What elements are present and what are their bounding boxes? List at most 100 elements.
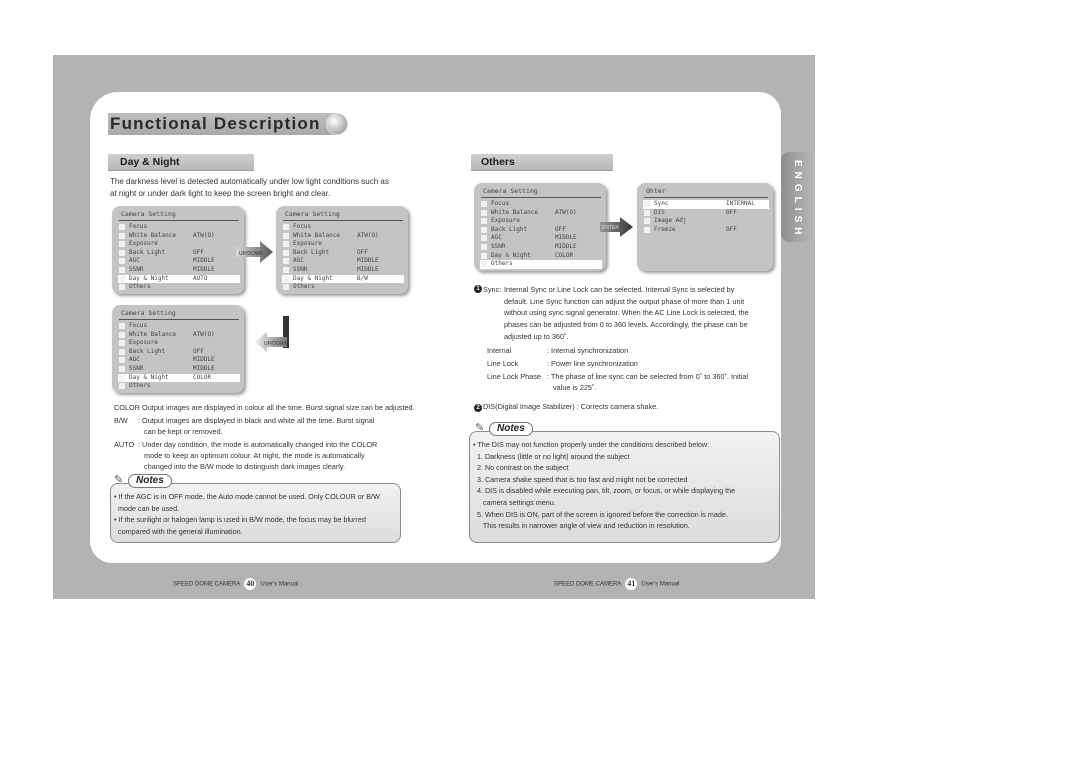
menu-row-label: SSNR	[129, 365, 144, 372]
menu-row-label: Focus	[491, 200, 510, 207]
menu-checkbox	[283, 241, 289, 248]
camera-menu-screen: Camera Setting Focus White Balance ATW(O) Ex…	[112, 206, 244, 294]
menu-checkbox	[119, 348, 125, 355]
menu-title: Ohter	[646, 187, 666, 195]
menu-row-label: Exposure	[293, 240, 322, 248]
arrow-label: ENTER	[602, 225, 619, 231]
sync-option-text: : Internal synchronization	[547, 346, 629, 355]
footer-manual: User's Manual	[260, 581, 299, 588]
notes-label: Notes	[489, 422, 533, 436]
menu-checkbox	[644, 218, 650, 225]
page-number: 40	[244, 578, 257, 590]
menu-row-value: ATW(O)	[193, 231, 215, 239]
menu-checkbox	[481, 218, 487, 225]
mode-definition: AUTO: Under day condition, the mode is a…	[114, 439, 404, 472]
menu-row-label: Exposure	[129, 339, 158, 347]
menu-title: Camera Setting	[483, 187, 538, 195]
menu-row: White Balance ATW(O)	[282, 232, 404, 241]
menu-divider	[644, 197, 768, 198]
menu-checkbox	[119, 224, 125, 230]
definition-text: mode to keep an optimum colour. At night…	[144, 451, 365, 460]
menu-checkbox	[481, 235, 487, 242]
sync-key: Sync:	[483, 285, 502, 294]
menu-checkbox	[644, 226, 650, 233]
menu-row: Focus	[282, 223, 404, 232]
up-down-return-arrow: UP/DOWN	[255, 316, 295, 356]
enter-arrow: ENTER	[600, 217, 634, 237]
menu-row-label: Day & Night	[129, 274, 169, 282]
definition-key: COLOR	[114, 403, 140, 412]
footer-left: SPEED DOME CAMERA 40 User's Manual	[173, 578, 299, 590]
camera-menu-screen: Camera Setting Focus White Balance ATW(O) Ex…	[112, 305, 244, 393]
menu-checkbox	[283, 258, 289, 265]
menu-checkbox	[283, 249, 289, 256]
menu-row-label: SSNR	[293, 266, 308, 273]
menu-title: Camera Setting	[121, 210, 176, 218]
menu-row: AGC MIDDLE	[282, 257, 404, 266]
menu-checkbox	[119, 366, 125, 372]
up-down-arrow: UP/DOWN	[236, 241, 274, 263]
menu-row: White Balance ATW(O)	[118, 331, 240, 340]
menu-checkbox	[481, 252, 487, 259]
note-line: This results in narrower angle of view a…	[473, 521, 690, 531]
menu-row-value: OFF	[357, 248, 368, 256]
menu-row-label: White Balance	[129, 330, 176, 338]
menu-row-label: AGC	[129, 257, 140, 265]
menu-checkbox	[119, 249, 125, 256]
menu-row: AGC MIDDLE	[480, 234, 602, 243]
menu-row: Day & Night B/W	[282, 274, 404, 284]
menu-row-label: SSNR	[129, 266, 144, 273]
day-night-intro: The darkness level is detected automatic…	[110, 176, 389, 200]
mode-definition: B/W : Output images are displayed in blac…	[114, 415, 404, 437]
note-line: 3. Camera shake speed that is too fast a…	[473, 474, 688, 484]
menu-row-label: AGC	[491, 234, 502, 242]
menu-row: AGC MIDDLE	[118, 257, 240, 266]
menu-checkbox	[119, 241, 125, 248]
menu-checkbox	[283, 284, 289, 291]
sync-text: phases can be adjusted from 0 to 360 lev…	[504, 320, 748, 330]
menu-row-label: DIS	[654, 208, 665, 216]
sync-text: without using sync signal generator. Whe…	[504, 308, 749, 318]
menu-row: Back Light OFF	[118, 249, 240, 258]
definition-text: : Output images are displayed in black a…	[138, 416, 375, 425]
note-line: camera settings menu.	[473, 498, 556, 507]
menu-row: Focus	[480, 200, 602, 209]
menu-row: Day & Night COLOR	[480, 252, 602, 261]
menu-row-value: MIDDLE	[555, 243, 577, 250]
menu-row-label: Exposure	[491, 217, 520, 225]
menu-row-label: AGC	[293, 257, 304, 265]
footer-product: SPEED DOME CAMERA	[173, 581, 241, 588]
note-line: • If the sunlight or halogen lamp is use…	[114, 515, 366, 525]
menu-checkbox	[119, 340, 125, 347]
menu-checkbox	[481, 244, 487, 250]
menu-checkbox	[283, 224, 289, 230]
menu-checkbox	[119, 258, 125, 265]
footer-product: SPEED DOME CAMERA	[554, 581, 622, 588]
menu-row-value: MIDDLE	[357, 257, 379, 265]
menu-row: Back Light OFF	[480, 226, 602, 235]
menu-checkbox	[119, 331, 125, 338]
menu-row: Sync INTERNAL	[643, 200, 769, 209]
menu-row: Image Adj	[643, 217, 769, 226]
footer-right: SPEED DOME CAMERA 41 User's Manual	[554, 578, 680, 590]
camera-menu-screen: Ohter Sync INTERNAL DIS OFF Image Adj Freeze OF…	[637, 183, 773, 271]
menu-row: AGC MIDDLE	[118, 356, 240, 365]
menu-row: SSNR MIDDLE	[480, 243, 602, 252]
menu-checkbox	[481, 201, 487, 207]
menu-title: Camera Setting	[121, 309, 176, 317]
sync-option-key: Line Lock Phase	[487, 372, 541, 381]
menu-row-label: Back Light	[491, 225, 528, 233]
menu-checkbox	[644, 209, 650, 216]
menu-checkbox	[644, 201, 650, 207]
menu-title: Camera Setting	[285, 210, 340, 218]
mode-definition: COLOR: Output images are displayed in co…	[114, 402, 415, 413]
number-1-badge: 1	[474, 285, 482, 293]
note-line: mode can be used.	[114, 503, 180, 513]
arrow-label: UP/DOWN	[264, 341, 289, 347]
definition-text: can be kept or removed.	[144, 427, 223, 436]
menu-row-label: Sync	[654, 200, 669, 207]
menu-checkbox	[119, 267, 125, 273]
menu-row-label: Image Adj	[654, 217, 687, 225]
definition-key: B/W	[114, 416, 128, 425]
arrow-label: UP/DOWN	[239, 251, 264, 257]
